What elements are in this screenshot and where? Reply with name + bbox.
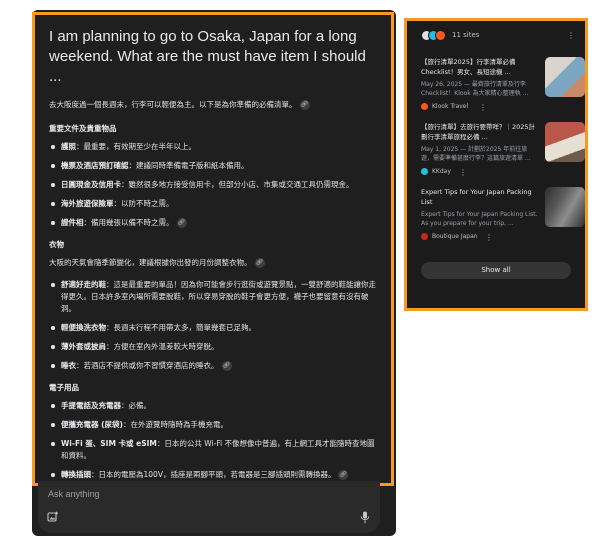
link-icon[interactable]: 🔗︎ (176, 218, 187, 228)
source-card[interactable]: Expert Tips for Your Japan Packing List … (415, 177, 585, 243)
list-item: 海外旅遊保險單：以防不時之需。 (49, 198, 377, 210)
sources-panel: 11 sites ⋮ 【旅行清單2025】行李清單必備Checklist！男女、… (404, 18, 588, 311)
site-logo-icon (421, 233, 428, 240)
more-options-icon[interactable]: ⋮ (567, 32, 575, 40)
source-site: Boutique Japan (421, 233, 478, 243)
source-snippet: May 1, 2025 — 計劃於2025 年前往旅遊，需要準備甚麼行李？這篇旅… (421, 146, 531, 162)
more-options-icon[interactable]: ⋮ (485, 234, 493, 242)
show-all-button[interactable]: Show all (421, 262, 571, 279)
site-logo-icon (421, 168, 428, 175)
source-title[interactable]: 【旅行清單】去旅行要帶咩？｜2025計劃行李清單旅程必備 ... (421, 122, 539, 142)
source-thumbnail[interactable] (545, 187, 585, 227)
list-item: 薄外套或披肩：方便在室內外溫差較大時穿脫。 (49, 341, 377, 353)
source-title[interactable]: 【旅行清單2025】行李清單必備Checklist！男女、長短途機 ... (421, 57, 539, 77)
more-options-icon[interactable]: ⋮ (479, 104, 487, 112)
site-logo-icon (421, 103, 428, 110)
source-snippet: Expert Tips for Your Japan Packing List.… (421, 211, 538, 227)
sources-header: 11 sites ⋮ (415, 25, 577, 47)
link-icon[interactable]: 🔗︎ (338, 470, 349, 480)
prompt-input-bar[interactable]: Ask anything (38, 481, 380, 533)
link-icon[interactable]: 🔗︎ (254, 258, 265, 268)
electronics-list: 手提電話及充電器：必備。 便攜充電器 (尿袋)：在外遊覽時隨時為手機充電。 Wi… (49, 400, 377, 481)
section-heading-clothing: 衣物 (49, 240, 64, 249)
source-title[interactable]: Expert Tips for Your Japan Packing List (421, 187, 539, 207)
source-card[interactable]: 【旅行清單】去旅行要帶咩？｜2025計劃行李清單旅程必備 ... May 1, … (415, 112, 585, 177)
list-item: 轉換插頭：日本的電壓為100V，插座是兩腳平頭，若電器是三腳插頭則需轉換器。 🔗︎ (49, 469, 377, 481)
site-favicons (421, 30, 451, 42)
list-item: 護照：最重要，有效期至少在半年以上。 (49, 141, 377, 153)
answer-intro: 去大阪度過一個長週末，行李可以輕便為主。以下是為你準備的必備清單。 🔗︎ (49, 100, 310, 110)
list-item: 手提電話及充電器：必備。 (49, 400, 377, 412)
list-item: 機票及酒店預訂確認：建議同時準備電子版和紙本備用。 (49, 160, 377, 172)
clothing-list: 舒適好走的鞋：這是最重要的單品！因為你可能會步行逛街或遊覽景點，一雙舒適的鞋能讓… (49, 279, 377, 372)
list-item: 舒適好走的鞋：這是最重要的單品！因為你可能會步行逛街或遊覽景點，一雙舒適的鞋能讓… (49, 279, 377, 315)
prompt-input[interactable]: Ask anything (48, 489, 100, 499)
documents-list: 護照：最重要，有效期至少在半年以上。 機票及酒店預訂確認：建議同時準備電子版和紙… (49, 141, 377, 229)
list-item: Wi-Fi 蛋、SIM 卡或 eSIM：日本的公共 Wi-Fi 不像想像中普遍，… (49, 438, 377, 462)
source-thumbnail[interactable] (545, 57, 585, 97)
source-card[interactable]: 【旅行清單2025】行李清單必備Checklist！男女、長短途機 ... Ma… (415, 47, 585, 112)
list-item: 睡衣：若酒店不提供或你不習慣穿酒店的睡衣。 🔗︎ (49, 360, 377, 372)
favicon (435, 30, 446, 41)
list-item: 便攜充電器 (尿袋)：在外遊覽時隨時為手機充電。 (49, 419, 377, 431)
list-item: 日圓現金及信用卡：雖然很多地方接受信用卡，但部分小店、市集或交通工具仍需現金。 (49, 179, 377, 191)
user-question: I am planning to go to Osaka, Japan for … (49, 28, 366, 85)
sites-count: 11 sites (452, 31, 480, 39)
microphone-icon[interactable] (360, 511, 370, 524)
section-heading-documents: 重要文件及貴重物品 (49, 124, 117, 133)
list-item: 輕便換洗衣物：長週末行程不用帶太多，簡單幾套已足夠。 (49, 322, 377, 334)
source-snippet: May 26, 2025 — 最齊旅行清單及行李Checklist！Klook … (421, 81, 529, 97)
link-icon[interactable]: 🔗︎ (299, 100, 310, 110)
link-icon[interactable]: 🔗︎ (221, 361, 232, 371)
answer-panel: I am planning to go to Osaka, Japan for … (32, 12, 394, 486)
clothing-intro: 大阪的天氣會隨季節變化，建議根據你出發的月份調整衣物。 🔗︎ (49, 258, 265, 268)
list-item: 證件相：備用幾張以備不時之需。 🔗︎ (49, 217, 377, 229)
source-thumbnail[interactable] (545, 122, 585, 162)
add-image-icon[interactable] (47, 511, 59, 523)
more-options-icon[interactable]: ⋮ (459, 169, 467, 177)
section-heading-electronics: 電子用品 (49, 383, 79, 392)
